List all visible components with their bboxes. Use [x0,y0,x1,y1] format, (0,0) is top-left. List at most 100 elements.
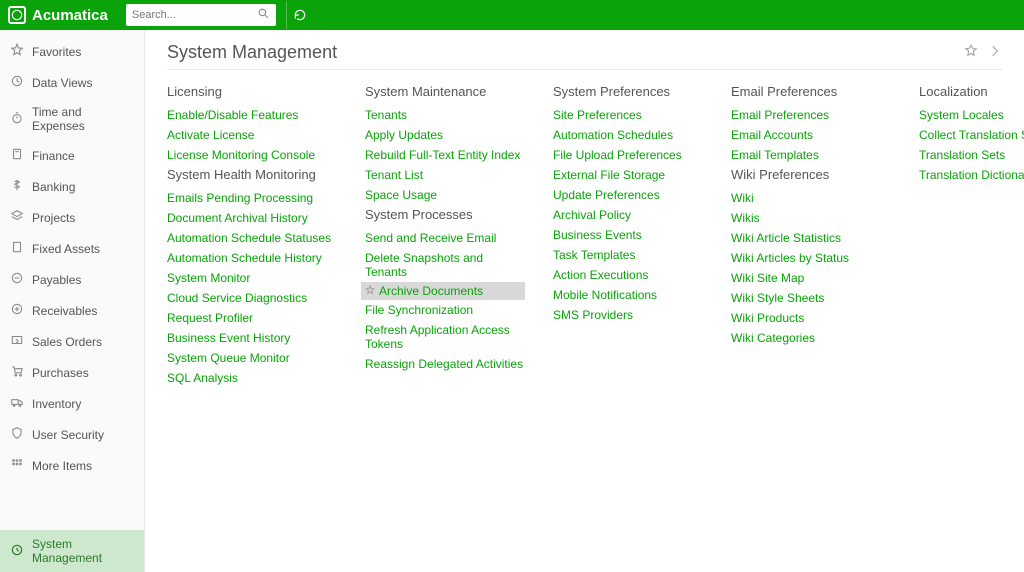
sidebar-item-label: Inventory [32,397,81,411]
workspace-link[interactable]: Tenant List [365,165,525,185]
pin-icon[interactable] [964,44,978,61]
workspace-link[interactable]: Wiki Style Sheets [731,288,891,308]
workspace-link[interactable]: Send and Receive Email [365,228,525,248]
workspace-link[interactable]: File Synchronization [365,300,525,320]
search-icon[interactable] [257,7,270,23]
workspace-link[interactable]: Reassign Delegated Activities [365,354,525,374]
minus-circle-icon [10,271,24,288]
workspace-link[interactable]: Cloud Service Diagnostics [167,288,337,308]
workspace-link[interactable]: Email Accounts [731,125,891,145]
workspace-link[interactable]: Wiki Article Statistics [731,228,891,248]
workspace-link[interactable]: File Upload Preferences [553,145,703,165]
collapse-icon[interactable] [988,44,1002,61]
brand-name: Acumatica [32,7,108,24]
cart-icon [10,364,24,381]
sidebar-item-projects[interactable]: Projects [0,202,144,233]
search-box[interactable] [126,4,276,26]
column-4: LocalizationSystem LocalesCollect Transl… [919,82,1024,388]
sidebar-item-inventory[interactable]: Inventory [0,388,144,419]
sidebar-item-time-and-expenses[interactable]: Time and Expenses [0,98,144,140]
workspace-link[interactable]: Space Usage [365,185,525,205]
workspace-link[interactable]: Wiki Products [731,308,891,328]
sidebar-item-data-views[interactable]: Data Views [0,67,144,98]
sidebar-item-payables[interactable]: Payables [0,264,144,295]
star-icon[interactable] [365,284,375,298]
workspace-link[interactable]: Wiki Articles by Status [731,248,891,268]
section-title: System Processes [365,207,525,222]
search-input[interactable] [132,9,257,21]
workspace-link[interactable]: Apply Updates [365,125,525,145]
sidebar-item-fixed-assets[interactable]: Fixed Assets [0,233,144,264]
workspace-link[interactable]: Activate License [167,125,337,145]
workspace-link[interactable]: Translation Sets [919,145,1024,165]
truck-icon [10,395,24,412]
sidebar-item-label: Payables [32,273,81,287]
sidebar-item-finance[interactable]: Finance [0,140,144,171]
workspace-link[interactable]: Rebuild Full-Text Entity Index [365,145,525,165]
link-row-highlighted[interactable]: Archive Documents [361,282,525,300]
sidebar-item-more-items[interactable]: More Items [0,450,144,481]
workspace-link[interactable]: Translation Dictionaries [919,165,1024,185]
workspace-link[interactable]: Automation Schedules [553,125,703,145]
layers-icon [10,209,24,226]
workspace-link[interactable]: Emails Pending Processing [167,188,337,208]
sidebar-item-label: User Security [32,428,104,442]
workspace-link[interactable]: Tenants [365,105,525,125]
workspace-link[interactable]: License Monitoring Console [167,145,337,165]
sidebar-item-label: Purchases [32,366,89,380]
workspace-link[interactable]: Automation Schedule History [167,248,337,268]
workspace-link[interactable]: System Queue Monitor [167,348,337,368]
workspace-link[interactable]: External File Storage [553,165,703,185]
workspace-link[interactable]: Task Templates [553,245,703,265]
sidebar-item-label: Data Views [32,76,92,90]
workspace-link[interactable]: System Locales [919,105,1024,125]
workspace-link[interactable]: Request Profiler [167,308,337,328]
sidebar: Favorites Data Views Time and Expenses Fina… [0,30,145,572]
sidebar-item-system-management[interactable]: System Management [0,530,144,572]
sidebar-item-user-security[interactable]: User Security [0,419,144,450]
sidebar-item-purchases[interactable]: Purchases [0,357,144,388]
sidebar-item-label: Sales Orders [32,335,102,349]
sidebar-item-label: Time and Expenses [32,105,134,133]
sidebar-item-receivables[interactable]: Receivables [0,295,144,326]
workspace-link[interactable]: Wiki Categories [731,328,891,348]
layout: Favorites Data Views Time and Expenses Fina… [0,30,1024,572]
section-title: System Health Monitoring [167,167,337,182]
column-3: Email PreferencesEmail PreferencesEmail … [731,82,891,388]
workspace-link[interactable]: Collect Translation Sets [919,125,1024,145]
workspace-link[interactable]: Update Preferences [553,185,703,205]
sidebar-item-favorites[interactable]: Favorites [0,36,144,67]
workspace-link[interactable]: Email Templates [731,145,891,165]
workspace-columns: LicensingEnable/Disable FeaturesActivate… [167,82,1002,388]
sidebar-item-label: Finance [32,149,75,163]
workspace-link[interactable]: Wiki Site Map [731,268,891,288]
logo-icon [8,6,26,24]
workspace-link[interactable]: SQL Analysis [167,368,337,388]
workspace-link[interactable]: Archive Documents [379,284,483,298]
workspace-link[interactable]: Document Archival History [167,208,337,228]
workspace-link[interactable]: Automation Schedule Statuses [167,228,337,248]
workspace-link[interactable]: Mobile Notifications [553,285,703,305]
workspace-link[interactable]: Business Event History [167,328,337,348]
sidebar-item-banking[interactable]: Banking [0,171,144,202]
workspace-link[interactable]: Enable/Disable Features [167,105,337,125]
workspace-link[interactable]: Email Preferences [731,105,891,125]
arrow-box-icon [10,333,24,350]
workspace-link[interactable]: Refresh Application Access Tokens [365,320,525,354]
brand-logo: Acumatica [8,6,108,24]
sidebar-item-label: Projects [32,211,75,225]
workspace-link[interactable]: Archival Policy [553,205,703,225]
sidebar-item-sales-orders[interactable]: Sales Orders [0,326,144,357]
sidebar-item-label: Banking [32,180,75,194]
refresh-button[interactable] [286,1,314,29]
workspace-link[interactable]: Delete Snapshots and Tenants [365,248,525,282]
workspace-link[interactable]: Wiki [731,188,891,208]
workspace-link[interactable]: Site Preferences [553,105,703,125]
workspace-link[interactable]: SMS Providers [553,305,703,325]
workspace-link[interactable]: System Monitor [167,268,337,288]
workspace-link[interactable]: Action Executions [553,265,703,285]
gear-clock-icon [10,543,24,560]
section-title: System Maintenance [365,84,525,99]
workspace-link[interactable]: Business Events [553,225,703,245]
workspace-link[interactable]: Wikis [731,208,891,228]
